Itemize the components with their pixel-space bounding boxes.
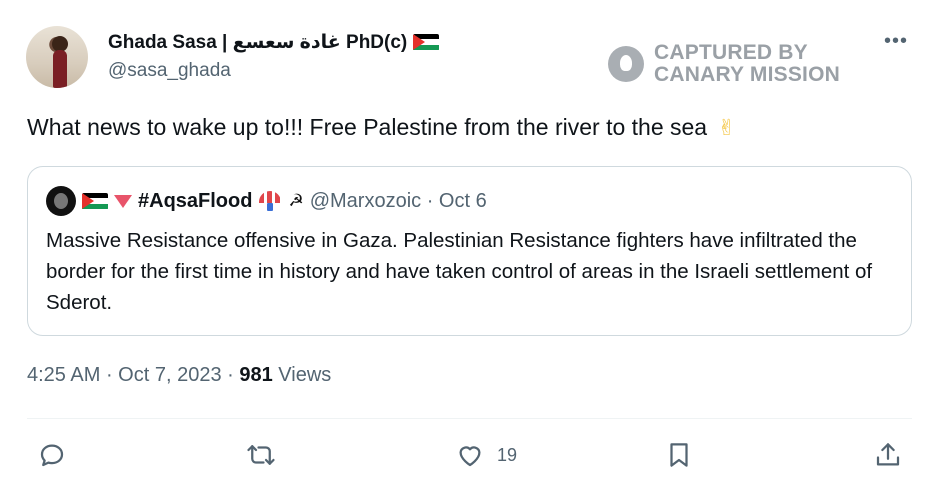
bookmark-button[interactable] bbox=[664, 440, 694, 470]
palestine-flag-icon bbox=[82, 192, 108, 210]
quoted-tweet-text: Massive Resistance offensive in Gaza. Pa… bbox=[46, 229, 873, 314]
victory-hand-emoji: ✌ bbox=[717, 115, 736, 140]
canary-mission-watermark: CAPTURED BY CANARY MISSION bbox=[608, 42, 840, 86]
like-button[interactable]: 19 bbox=[455, 440, 517, 470]
author-handle[interactable]: @sasa_ghada bbox=[108, 60, 231, 82]
share-icon bbox=[876, 443, 900, 466]
reply-icon bbox=[40, 444, 64, 467]
watermark-line1: CAPTURED BY bbox=[654, 41, 808, 64]
quoted-handle-date: @Marxozoic · Oct 6 bbox=[309, 189, 487, 212]
watermark-line2: CANARY MISSION bbox=[654, 63, 840, 86]
tweet-text: What news to wake up to!!! Free Palestin… bbox=[27, 114, 736, 141]
views-count: 981 bbox=[239, 364, 273, 386]
tweet-time[interactable]: 4:25 AM bbox=[27, 364, 100, 386]
bookmark-icon bbox=[670, 443, 688, 467]
actions-divider bbox=[27, 418, 912, 419]
author-display-name[interactable]: Ghada Sasa | غادة سعسع PhD(c) bbox=[108, 31, 407, 54]
author-name-row: Ghada Sasa | غادة سعسع PhD(c) bbox=[108, 30, 440, 54]
red-triangle-icon bbox=[114, 194, 132, 208]
tweet-meta: 4:25 AM · Oct 7, 2023 · 981 Views bbox=[27, 364, 332, 386]
more-options-icon[interactable]: ••• bbox=[884, 31, 908, 51]
reply-button[interactable] bbox=[37, 440, 67, 470]
like-count: 19 bbox=[497, 444, 518, 465]
canary-logo-icon bbox=[608, 46, 644, 82]
views-label: Views bbox=[278, 364, 332, 386]
avatar-body-shape bbox=[53, 50, 67, 88]
retweet-icon bbox=[247, 445, 275, 465]
author-avatar[interactable] bbox=[26, 26, 88, 88]
retweet-button[interactable] bbox=[246, 440, 276, 470]
quoted-tweet[interactable]: #AqsaFlood ☭ @Marxozoic · Oct 6 Massive … bbox=[27, 166, 912, 336]
parachute-icon bbox=[258, 189, 282, 213]
hammer-sickle-icon: ☭ bbox=[288, 191, 304, 210]
quoted-author-name: #AqsaFlood bbox=[138, 189, 253, 212]
quoted-tweet-header: #AqsaFlood ☭ @Marxozoic · Oct 6 bbox=[46, 186, 487, 216]
palestine-flag-icon bbox=[413, 33, 440, 51]
heart-icon bbox=[459, 446, 481, 467]
watermark-text: CAPTURED BY CANARY MISSION bbox=[654, 42, 840, 86]
action-bar: 19 bbox=[0, 432, 938, 482]
share-button[interactable] bbox=[873, 440, 903, 470]
quoted-author-avatar bbox=[46, 186, 76, 216]
tweet-body: What news to wake up to!!! Free Palestin… bbox=[27, 114, 708, 140]
tweet-date[interactable]: Oct 7, 2023 bbox=[118, 364, 221, 386]
